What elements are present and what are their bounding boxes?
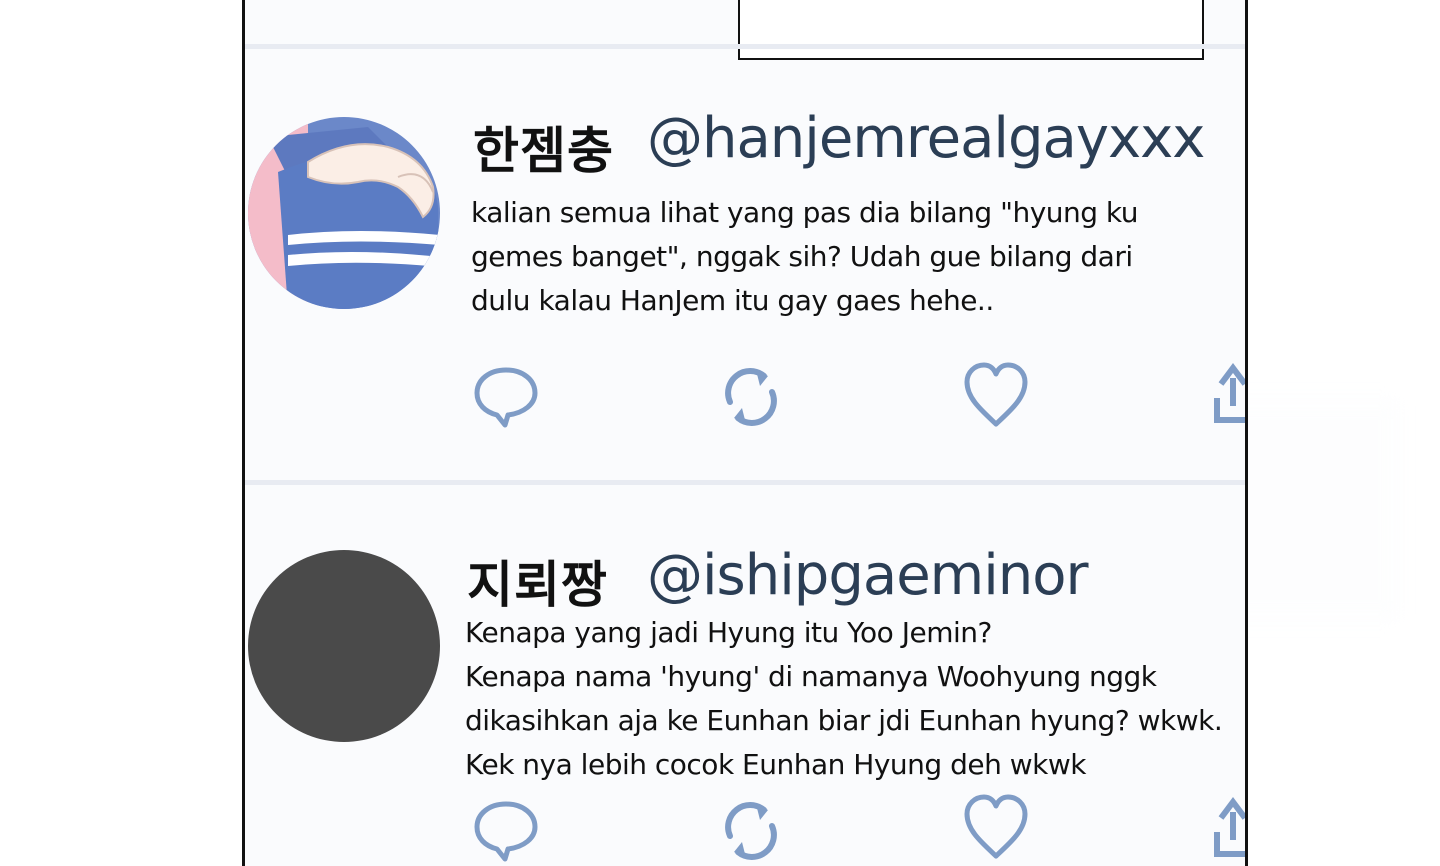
share-button[interactable] xyxy=(1211,792,1245,862)
tweet-text-line: Kek nya lebih cocok Eunhan Hyung deh wkw… xyxy=(465,748,1086,781)
divider xyxy=(245,480,1245,485)
share-icon xyxy=(1214,797,1245,857)
reply-button[interactable] xyxy=(471,362,541,432)
tweet-text-line: kalian semua lihat yang pas dia bilang "… xyxy=(471,196,1139,229)
tweet-panel: 한젬충 @hanjemrealgayxxx kalian semua lihat… xyxy=(242,0,1248,866)
like-button[interactable] xyxy=(961,360,1031,430)
like-button[interactable] xyxy=(961,792,1031,862)
display-name: 한젬충 xyxy=(473,122,614,180)
heart-icon xyxy=(964,794,1028,859)
user-handle[interactable]: @ishipgaeminor xyxy=(647,543,1089,608)
speech-bubble-icon xyxy=(474,367,538,428)
avatar-image-icon xyxy=(248,117,440,309)
avatar[interactable] xyxy=(248,550,440,742)
tweet-text-line: dikasihkan aja ke Eunhan biar jdi Eunhan… xyxy=(465,704,1223,737)
retweet-icon xyxy=(725,368,777,426)
tweet-text-line: Kenapa nama 'hyung' di namanya Woohyung … xyxy=(465,660,1157,693)
avatar[interactable] xyxy=(248,117,440,309)
user-handle[interactable]: @hanjemrealgayxxx xyxy=(647,106,1205,171)
tweet-text-line: Kenapa yang jadi Hyung itu Yoo Jemin? xyxy=(465,616,992,649)
divider xyxy=(245,44,1245,49)
display-name: 지뢰짱 xyxy=(467,556,608,614)
tweet-text-line: gemes banget", nggak sih? Udah gue bilan… xyxy=(471,240,1133,273)
share-button[interactable] xyxy=(1211,358,1245,428)
retweet-button[interactable] xyxy=(716,362,786,432)
heart-icon xyxy=(964,362,1028,427)
tweet-text-line: dulu kalau HanJem itu gay gaes hehe.. xyxy=(471,284,994,317)
tweet-text: Kenapa yang jadi Hyung itu Yoo Jemin? Ke… xyxy=(465,611,1223,787)
tweet-text: kalian semua lihat yang pas dia bilang "… xyxy=(471,191,1139,323)
speech-box xyxy=(738,0,1204,60)
share-icon xyxy=(1214,363,1245,423)
